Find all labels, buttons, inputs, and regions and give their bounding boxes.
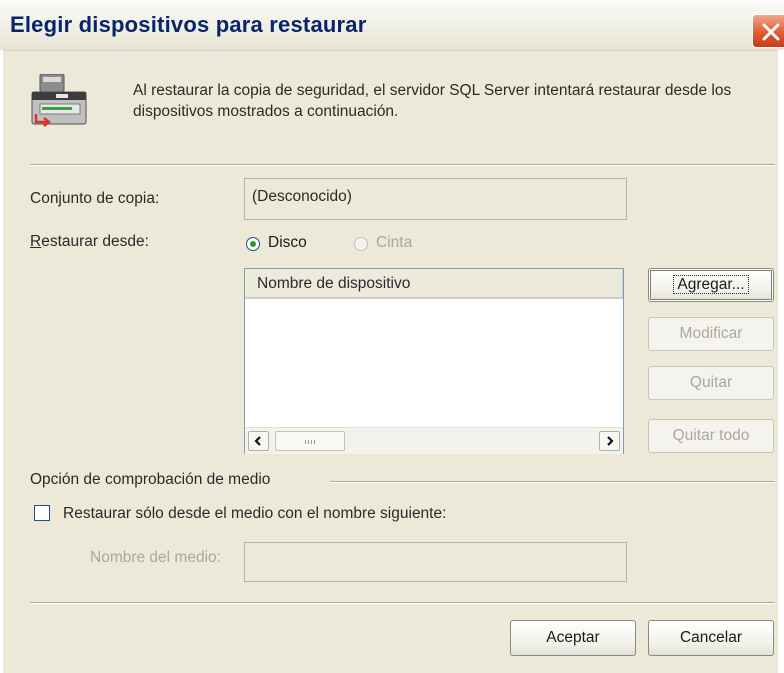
chevron-right-icon	[607, 436, 614, 446]
backup-set-label: Conjunto de copia:	[30, 190, 160, 207]
radio-tape-label[interactable]: Cinta	[376, 234, 412, 252]
ok-button[interactable]: Aceptar	[510, 620, 636, 656]
window-border-left	[0, 50, 3, 673]
restore-from-label: Restaurar desde:	[30, 233, 149, 250]
radio-disk-label[interactable]: Disco	[268, 234, 307, 252]
restore-only-from-media-label[interactable]: Restaurar sólo desde el medio con el nom…	[63, 505, 446, 523]
add-button-label: Agregar...	[673, 275, 749, 294]
backup-set-value: (Desconocido)	[252, 188, 352, 205]
close-icon	[762, 23, 780, 41]
scroll-right-button[interactable]	[599, 431, 620, 451]
scrollbar-thumb[interactable]	[275, 431, 345, 451]
restore-only-from-media-checkbox[interactable]	[34, 505, 50, 521]
device-list[interactable]: Nombre de dispositivo	[244, 268, 624, 454]
add-button[interactable]: Agregar...	[648, 268, 774, 302]
remove-all-button[interactable]: Quitar todo	[648, 419, 774, 453]
media-name-label: Nombre del medio:	[90, 549, 221, 566]
close-button[interactable]	[752, 14, 784, 48]
chevron-left-icon	[254, 436, 261, 446]
header-separator	[30, 164, 775, 166]
title-bar[interactable]: Elegir dispositivos para restaurar	[0, 0, 784, 51]
cancel-button[interactable]: Cancelar	[648, 620, 774, 656]
backup-set-field: (Desconocido)	[244, 178, 627, 220]
radio-tape[interactable]	[354, 237, 368, 251]
media-check-separator	[330, 481, 775, 483]
media-check-group-label: Opción de comprobación de medio	[30, 471, 271, 488]
modify-button[interactable]: Modificar	[648, 317, 774, 351]
media-name-field[interactable]	[244, 542, 627, 582]
radio-disk[interactable]	[246, 237, 260, 251]
choose-devices-dialog: Elegir dispositivos para restaurar Al re…	[0, 0, 784, 673]
database-restore-icon	[28, 73, 90, 135]
dialog-title: Elegir dispositivos para restaurar	[10, 12, 367, 37]
header-description: Al restaurar la copia de seguridad, el s…	[133, 82, 732, 120]
device-name-column-label: Nombre de dispositivo	[257, 275, 411, 292]
scroll-left-button[interactable]	[248, 431, 269, 451]
window-border-right	[778, 50, 784, 673]
horizontal-scrollbar[interactable]	[245, 427, 623, 454]
device-list-column-header[interactable]: Nombre de dispositivo	[245, 269, 623, 299]
footer-separator	[30, 602, 775, 604]
remove-button[interactable]: Quitar	[648, 366, 774, 400]
scrollbar-grip-icon	[305, 440, 317, 444]
